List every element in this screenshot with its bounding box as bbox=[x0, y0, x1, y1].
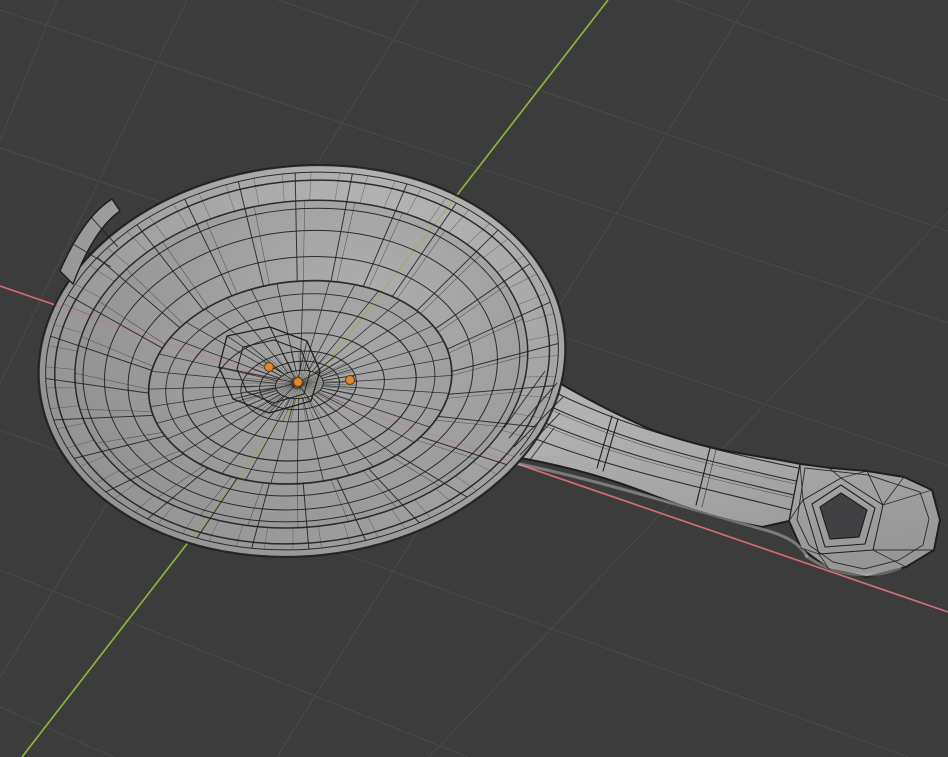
viewport-3d[interactable] bbox=[0, 0, 948, 757]
viewport-canvas[interactable] bbox=[0, 0, 948, 757]
origin-dot[interactable] bbox=[263, 361, 275, 373]
origin-dot[interactable] bbox=[344, 374, 356, 386]
origin-dot[interactable] bbox=[292, 376, 304, 388]
